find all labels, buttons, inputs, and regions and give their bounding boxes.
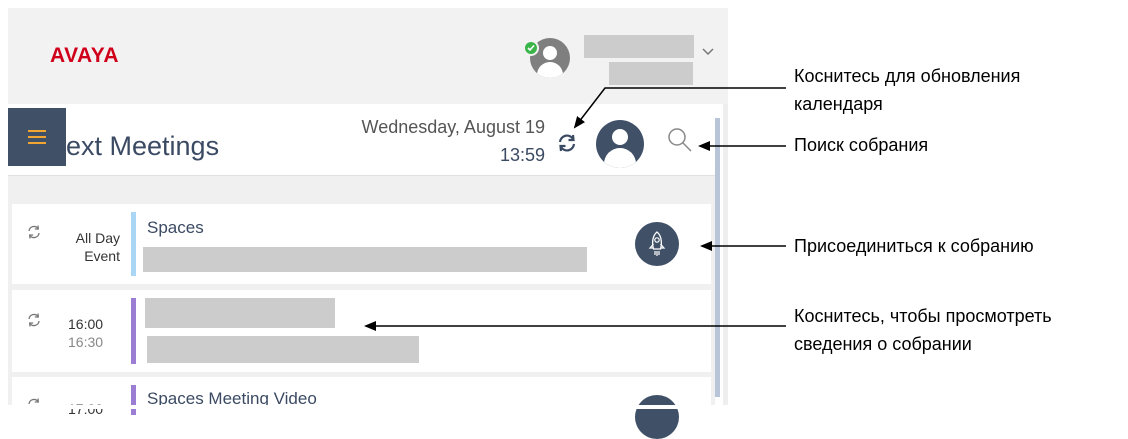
callout-join: Присоединиться к собранию (794, 236, 1034, 256)
callout-refresh: Коснитесь для обновления календаря (794, 66, 1021, 114)
callout-details: Коснитесь, чтобы просмотреть сведения о … (794, 306, 1052, 354)
callout-search: Поиск собрания (794, 135, 929, 155)
